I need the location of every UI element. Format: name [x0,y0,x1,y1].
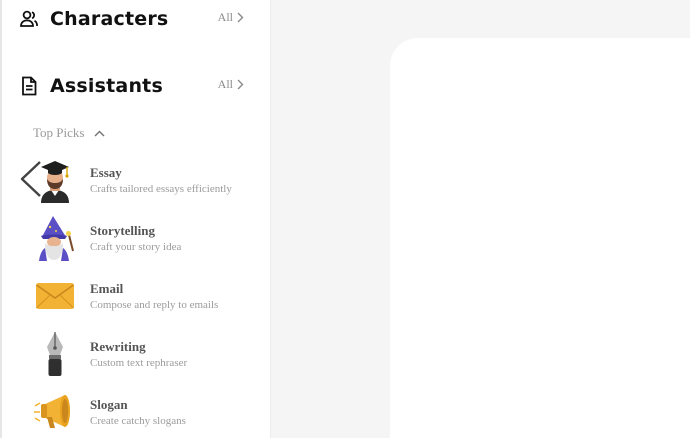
users-icon [18,8,40,30]
assistant-item-email[interactable]: Email Compose and reply to emails [32,271,268,321]
assistants-all-link[interactable]: All [218,77,244,92]
assistant-name: Rewriting [90,338,146,354]
chevron-up-icon [94,129,105,137]
characters-all-label: All [217,10,233,24]
assistant-name: Slogan [90,396,128,412]
assistant-name: Essay [90,164,122,180]
assistants-all-label: All [217,77,233,91]
assistants-section-header: Assistants All [18,73,244,99]
fountain-pen-icon [32,331,78,377]
main-content-panel [390,38,690,438]
chevron-right-icon [237,79,244,90]
assistant-item-storytelling[interactable]: Storytelling Craft your story idea [32,213,268,263]
assistant-description: Crafts tailored essays efficiently [90,182,232,195]
assistant-item-essay[interactable]: Essay Crafts tailored essays efficiently [32,155,268,205]
assistant-item-rewriting[interactable]: Rewriting Custom text rephraser [32,329,268,379]
assistant-name: Storytelling [90,222,155,238]
top-picks-toggle[interactable]: Top Picks [33,124,105,142]
sidebar: Characters All Assistants All Top Picks [0,0,271,438]
megaphone-icon [32,389,78,435]
envelope-icon [32,273,78,319]
chevron-right-icon [237,12,244,23]
chevron-left-icon[interactable] [16,159,46,199]
characters-section-header: Characters All [18,6,244,32]
assistant-description: Create catchy slogans [90,414,186,427]
assistant-description: Compose and reply to emails [90,298,219,311]
assistant-description: Craft your story idea [90,240,182,253]
document-icon [18,75,40,97]
top-picks-label: Top Picks [33,125,85,140]
wizard-icon [32,215,78,261]
assistant-name: Email [90,280,124,296]
assistant-item-slogan[interactable]: Slogan Create catchy slogans [32,387,268,437]
assistants-title: Assistants [50,75,163,97]
characters-title: Characters [50,8,169,30]
assistant-description: Custom text rephraser [90,356,188,369]
characters-all-link[interactable]: All [218,10,244,25]
